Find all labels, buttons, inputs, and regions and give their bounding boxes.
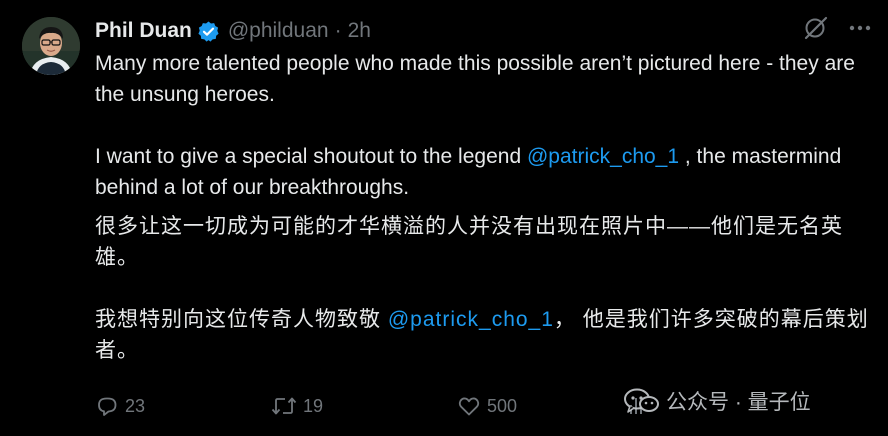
retweet-icon (271, 397, 297, 415)
verified-badge-icon (197, 20, 220, 43)
grok-icon[interactable] (802, 14, 830, 42)
like-button[interactable]: 500 (457, 394, 627, 418)
watermark-text: 公众号 · 量子位 (666, 391, 811, 414)
tweet-paragraph-4-zh: 我想特别向这位传奇人物致敬 @patrick_cho_1， 他是我们许多突破的幕… (95, 304, 875, 366)
like-icon (458, 397, 480, 416)
reply-button[interactable]: 23 (95, 394, 271, 418)
tweet-paragraph-2: I want to give a special shoutout to the… (95, 141, 875, 203)
paragraph-2-text-a: I want to give a special shoutout to the… (95, 145, 527, 168)
tweet-paragraph-1: Many more talented people who made this … (95, 52, 855, 106)
tweet-header: Phil Duan @philduan · 2h (95, 16, 371, 46)
author-name[interactable]: Phil Duan (95, 19, 192, 43)
reply-icon (98, 397, 117, 416)
header-separator: · (334, 19, 342, 42)
mention-link[interactable]: @patrick_cho_1 (527, 145, 679, 168)
tweet: Phil Duan @philduan · 2h Many more talen… (0, 0, 888, 436)
mention-link-zh[interactable]: @patrick_cho_1 (388, 308, 554, 331)
tweet-actions: 23 19 500 (95, 391, 655, 421)
tweet-body: Many more talented people who made this … (95, 48, 875, 366)
avatar[interactable] (22, 17, 80, 75)
wechat-logo-icon (624, 388, 659, 413)
reply-count: 23 (125, 395, 146, 416)
watermark: 公众号 · 量子位 (622, 380, 811, 422)
retweet-button[interactable]: 19 (271, 394, 457, 418)
header-actions (802, 14, 874, 42)
more-icon[interactable] (846, 14, 874, 42)
paragraph-4-text-a: 我想特别向这位传奇人物致敬 (95, 308, 388, 331)
like-count: 500 (487, 395, 518, 416)
timestamp[interactable]: 2h (348, 19, 371, 43)
author-handle[interactable]: @philduan (228, 19, 329, 43)
retweet-count: 19 (303, 395, 324, 416)
tweet-paragraph-3-zh: 很多让这一切成为可能的才华横溢的人并没有出现在照片中——他们是无名英雄。 (95, 215, 843, 269)
